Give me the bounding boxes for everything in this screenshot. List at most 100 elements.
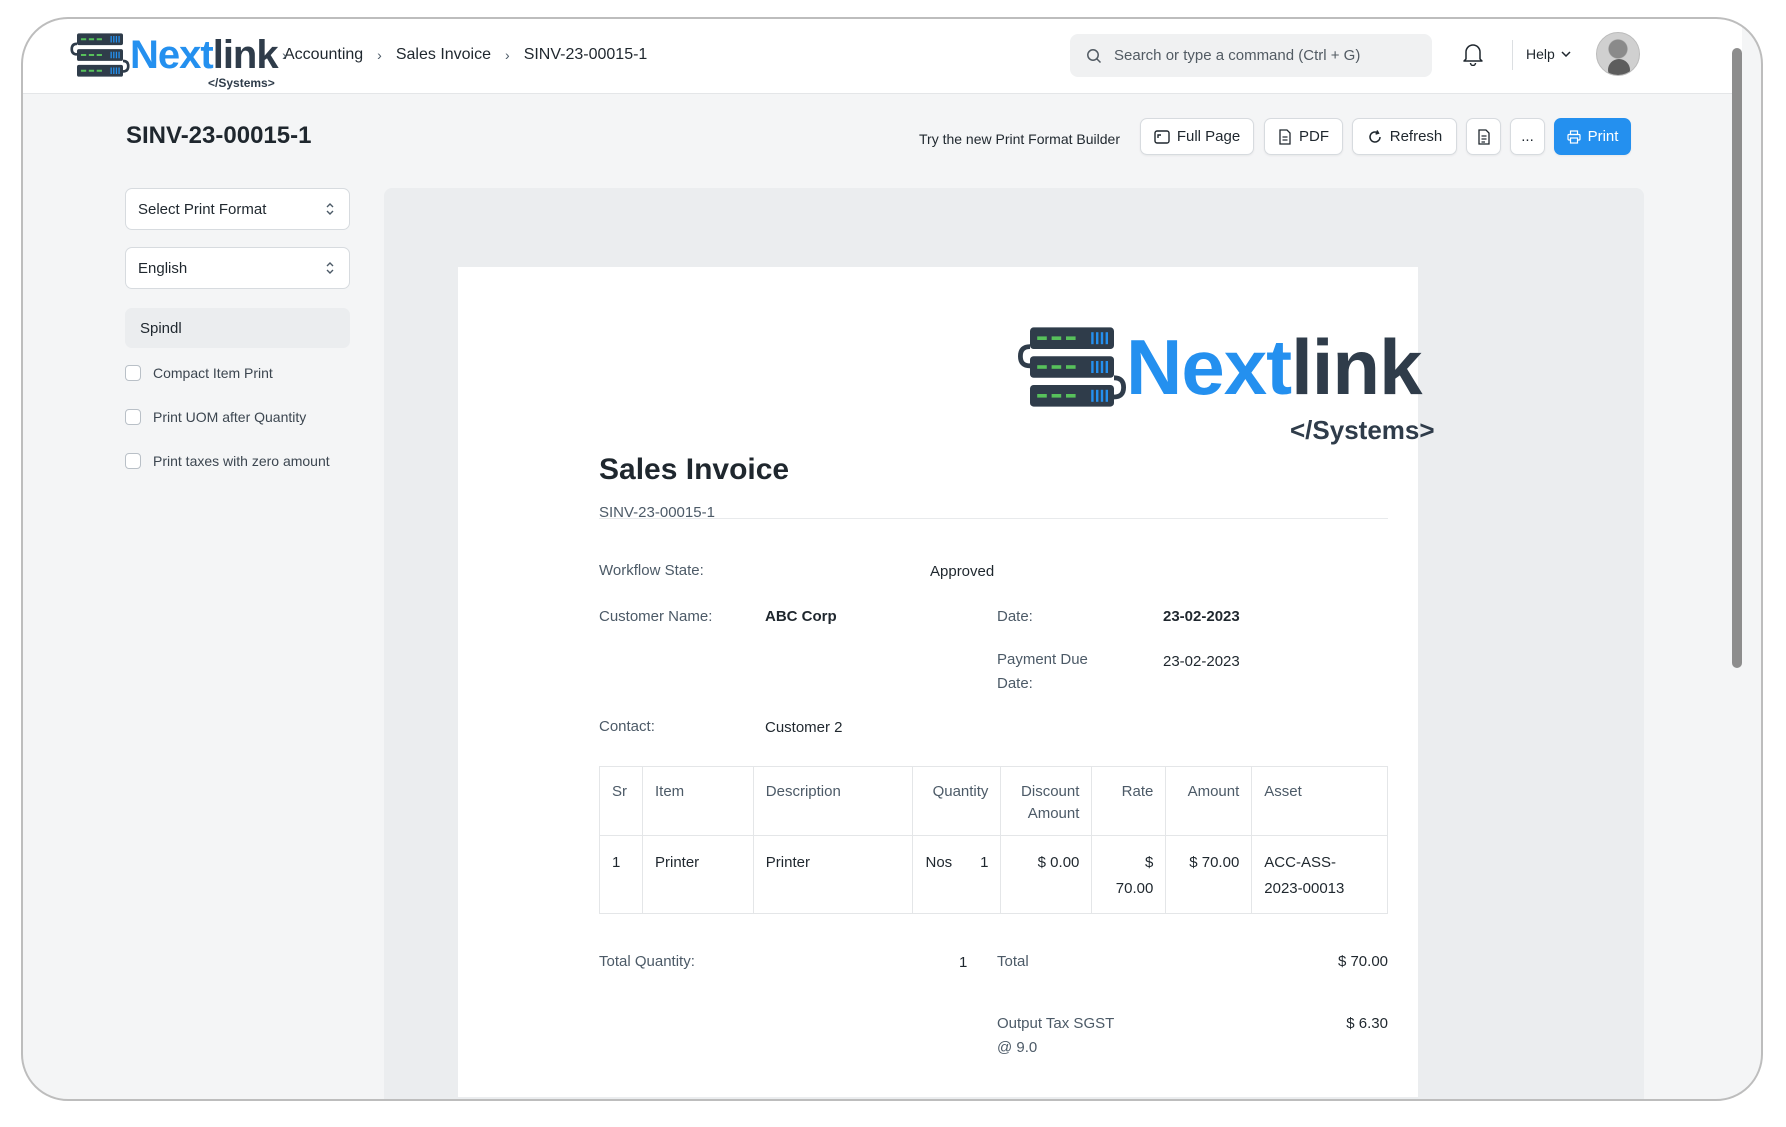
print-format-builder-link[interactable]: Try the new Print Format Builder (919, 131, 1120, 147)
chevron-down-icon (1561, 51, 1571, 57)
tax-value: $ 6.30 (1346, 1015, 1388, 1032)
customer-name-value: ABC Corp (765, 608, 837, 625)
refresh-button[interactable]: Refresh (1352, 118, 1457, 155)
cell-rate: $70.00 (1091, 835, 1167, 914)
pdf-button[interactable]: PDF (1264, 118, 1343, 155)
document-icon (1477, 128, 1490, 145)
cell-description: Printer (752, 835, 914, 914)
cell-asset: ACC-ASS- 2023-00013 (1251, 835, 1388, 914)
full-page-button[interactable]: Full Page (1140, 118, 1254, 155)
invoice-logo: Nextlink </Systems> (1018, 323, 1435, 445)
letterhead-value: Spindl (140, 319, 182, 337)
document-button[interactable] (1466, 118, 1501, 155)
letterhead-select[interactable]: Spindl (125, 308, 350, 348)
date-label: Date: (997, 608, 1033, 625)
server-stack-icon (1018, 327, 1126, 407)
checkbox-box[interactable] (125, 409, 141, 425)
total-value: $ 70.00 (1337, 953, 1388, 970)
refresh-label: Refresh (1389, 128, 1443, 145)
breadcrumb-current-doc[interactable]: SINV-23-00015-1 (524, 46, 648, 64)
checkbox-box[interactable] (125, 453, 141, 469)
checkbox-label: Print UOM after Quantity (153, 409, 307, 425)
compact-item-print-checkbox[interactable]: Compact Item Print (125, 365, 273, 381)
cell-sr: 1 (599, 835, 643, 914)
scrollbar[interactable] (1726, 18, 1744, 1100)
chevron-right-icon: › (282, 47, 287, 63)
language-select[interactable]: English (125, 247, 350, 289)
print-format-select[interactable]: Select Print Format (125, 188, 350, 230)
contact-value: Customer 2 (765, 719, 843, 736)
table-row: 1 Printer Printer Nos 1 $ 0.00 $70.00 $ 7… (599, 835, 1388, 914)
select-arrows-icon (326, 262, 334, 274)
print-label: Print (1587, 128, 1619, 145)
column-header-description: Description (752, 766, 914, 836)
full-page-label: Full Page (1176, 128, 1241, 145)
tax-rate-label: @ 9.0 (997, 1039, 1038, 1056)
more-options-button[interactable]: ... (1510, 118, 1545, 155)
cell-uom: Nos (925, 854, 953, 871)
column-header-asset: Asset (1251, 766, 1388, 836)
server-stack-icon (70, 33, 130, 77)
logo-tagline: </Systems> (1290, 415, 1435, 445)
checkbox-box[interactable] (125, 365, 141, 381)
print-format-value: Select Print Format (138, 200, 267, 218)
page-title: SINV-23-00015-1 (126, 122, 312, 149)
workflow-state-label: Workflow State: (599, 562, 704, 579)
logo-wordmark: Nextlink (1126, 323, 1422, 411)
cell-quantity: Nos 1 (912, 835, 1002, 914)
select-arrows-icon (326, 203, 334, 215)
chevron-right-icon: › (505, 47, 510, 63)
pdf-label: PDF (1299, 128, 1329, 145)
date-value: 23-02-2023 (1163, 608, 1240, 625)
cell-item: Printer (641, 835, 754, 914)
printer-icon (1566, 129, 1581, 144)
total-quantity-value: 1 (959, 954, 968, 971)
checkbox-label: Compact Item Print (153, 365, 273, 381)
divider (599, 518, 1388, 519)
cell-qty: 1 (980, 854, 989, 871)
fullscreen-icon (1154, 129, 1170, 144)
items-table: Sr Item Description Quantity Discount Amo… (599, 766, 1388, 914)
cell-discount: $ 0.00 (1000, 835, 1093, 914)
customer-name-label: Customer Name: (599, 608, 713, 625)
contact-label: Contact: (599, 718, 655, 735)
table-header-row: Sr Item Description Quantity Discount Amo… (599, 766, 1388, 836)
breadcrumb-sales-invoice[interactable]: Sales Invoice (396, 46, 491, 64)
checkbox-label: Print taxes with zero amount (153, 453, 330, 469)
brand-logo[interactable]: Nextlink </Systems> (70, 32, 279, 90)
language-value: English (138, 259, 188, 277)
column-header-amount: Amount (1165, 766, 1253, 836)
search-placeholder: Search or type a command (Ctrl + G) (1114, 47, 1361, 64)
print-button[interactable]: Print (1554, 118, 1631, 155)
navbar: Nextlink </Systems> › Accounting › Sales… (22, 18, 1742, 94)
refresh-icon (1369, 129, 1381, 143)
logo-tagline: </Systems> (208, 76, 275, 90)
help-label: Help (1526, 46, 1555, 62)
search-input[interactable]: Search or type a command (Ctrl + G) (1070, 34, 1432, 77)
column-header-rate: Rate (1091, 766, 1167, 836)
breadcrumb: › Accounting › Sales Invoice › SINV-23-0… (282, 46, 648, 64)
avatar[interactable] (1596, 32, 1640, 76)
scrollbar-thumb[interactable] (1732, 48, 1742, 668)
print-taxes-zero-amount-checkbox[interactable]: Print taxes with zero amount (125, 453, 330, 469)
print-uom-after-quantity-checkbox[interactable]: Print UOM after Quantity (125, 409, 306, 425)
cell-amount: $ 70.00 (1165, 835, 1253, 914)
file-icon (1279, 128, 1291, 145)
column-header-quantity: Quantity (912, 766, 1002, 836)
more-options-label: ... (1521, 128, 1534, 145)
logo-wordmark: Nextlink (130, 33, 279, 77)
tax-label: Output Tax SGST (997, 1015, 1115, 1032)
payment-due-value: 23-02-2023 (1163, 653, 1240, 670)
help-dropdown[interactable]: Help (1526, 46, 1571, 62)
workflow-state-value: Approved (930, 563, 995, 580)
column-header-item: Item (641, 766, 754, 836)
payment-due-label: Payment Due (997, 651, 1088, 668)
column-header-discount-amount: Discount Amount (1000, 766, 1093, 836)
search-icon (1087, 48, 1102, 63)
total-label: Total (997, 953, 1029, 970)
notifications-button[interactable] (1462, 42, 1484, 71)
bell-icon (1463, 44, 1483, 67)
invoice-title: Sales Invoice (599, 453, 790, 486)
breadcrumb-accounting[interactable]: Accounting (284, 46, 363, 64)
chevron-right-icon: › (377, 47, 382, 63)
